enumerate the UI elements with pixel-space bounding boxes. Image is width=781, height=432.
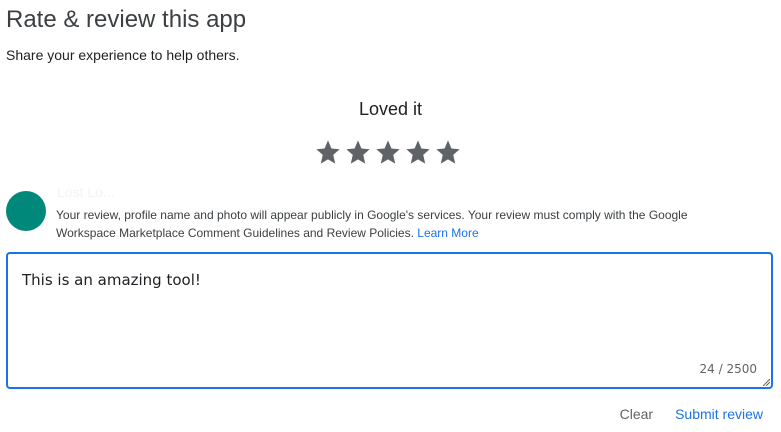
star-icon-1[interactable] [314, 137, 342, 167]
star-icon-4[interactable] [404, 137, 432, 167]
page-subtitle: Share your experience to help others. [6, 47, 240, 63]
avatar [6, 191, 46, 231]
review-textarea[interactable] [22, 270, 752, 350]
star-rating [314, 137, 462, 169]
star-icon-5[interactable] [434, 137, 462, 167]
review-input-box: 24 / 2500 [6, 252, 773, 389]
learn-more-link[interactable]: Learn More [417, 226, 478, 240]
user-name: Lost Lo... [57, 184, 115, 200]
resize-handle-icon[interactable] [762, 378, 770, 386]
clear-button[interactable]: Clear [620, 402, 653, 426]
rating-label: Loved it [358, 99, 423, 119]
rate-review-page: Rate & review this app Share your experi… [0, 0, 781, 432]
submit-review-button[interactable]: Submit review [675, 402, 763, 426]
page-title: Rate & review this app [6, 6, 247, 33]
notice-text: Your review, profile name and photo will… [56, 208, 688, 240]
review-actions: Clear Submit review [620, 402, 763, 426]
star-icon-2[interactable] [344, 137, 372, 167]
review-policy-notice: Your review, profile name and photo will… [56, 206, 746, 242]
star-icon-3[interactable] [374, 137, 402, 167]
character-counter: 24 / 2500 [699, 362, 757, 376]
